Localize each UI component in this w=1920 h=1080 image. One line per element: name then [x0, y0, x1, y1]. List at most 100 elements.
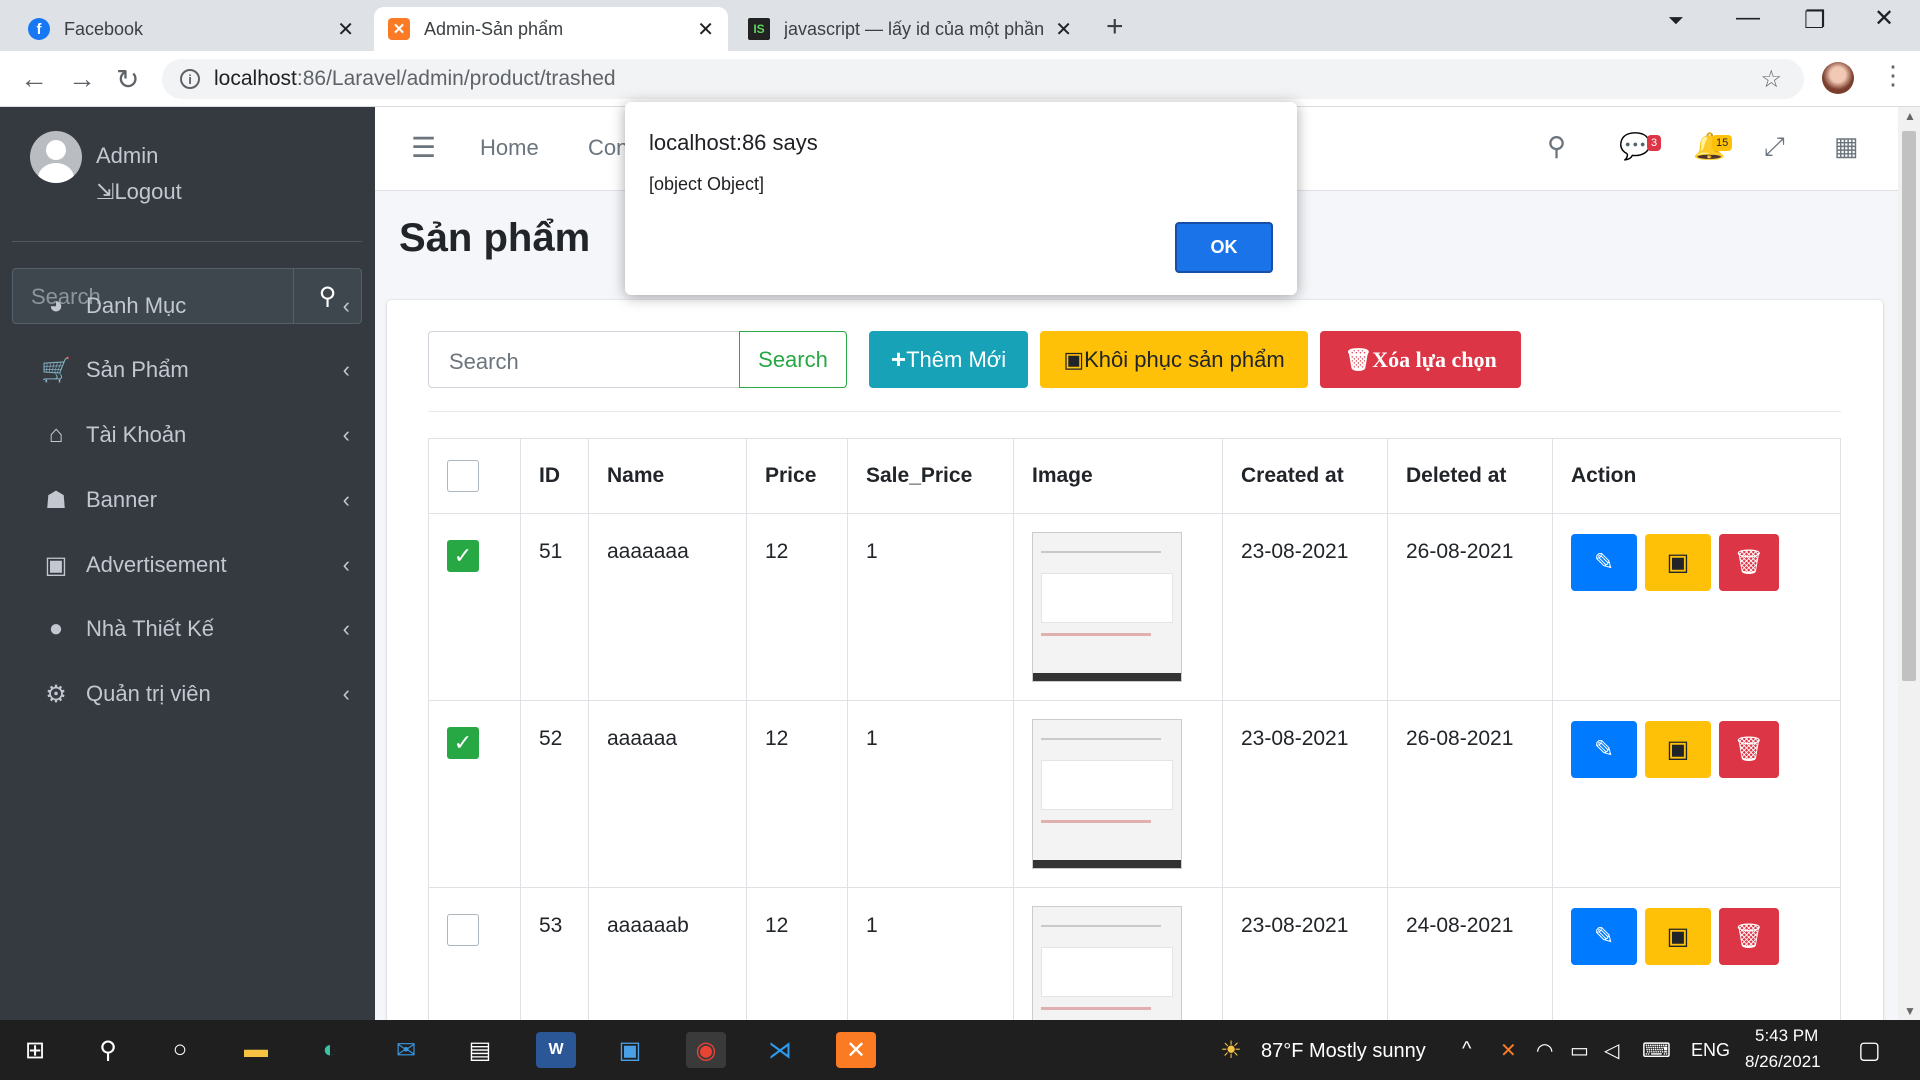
weather-icon[interactable]: ☀ [1211, 1032, 1251, 1068]
browser-menu-icon[interactable]: ⋮ [1880, 60, 1906, 91]
address-bar: ← → ↻ i localhost:86/Laravel/admin/produ… [0, 51, 1920, 107]
sidebar-item-label: Advertisement [86, 552, 227, 577]
edit-icon: ✎ [1593, 549, 1615, 576]
logout-link[interactable]: ⇲Logout [96, 179, 182, 205]
volume-icon[interactable]: ◁ [1604, 1038, 1619, 1063]
add-new-button[interactable]: + Thêm Mới [869, 331, 1028, 388]
edit-button[interactable]: ✎ [1571, 534, 1637, 591]
bookmark-star-icon[interactable]: ☆ [1760, 65, 1782, 94]
site-info-icon[interactable]: i [180, 69, 200, 89]
tab-admin-san-pham[interactable]: ✕ Admin-Sản phẩm ✕ [374, 7, 728, 51]
restore-button[interactable]: ▣ [1645, 534, 1711, 591]
windows-start-icon[interactable]: ⊞ [15, 1032, 55, 1068]
user-name[interactable]: Admin [96, 143, 158, 169]
show-hidden-icons-icon[interactable]: ^ [1462, 1038, 1471, 1061]
products-table: ID Name Price Sale_Price Image Created a… [428, 438, 1841, 1075]
tab-search-icon[interactable]: ⏷ [1668, 10, 1684, 33]
deleted-cell: 26-08-2021 [1387, 513, 1553, 701]
url-field[interactable]: i localhost:86/Laravel/admin/product/tra… [162, 59, 1804, 99]
scroll-up-icon[interactable]: ▲ [1904, 109, 1916, 123]
edit-button[interactable]: ✎ [1571, 721, 1637, 778]
hamburger-menu-icon[interactable]: ☰ [411, 131, 436, 164]
url-host: localhost [214, 67, 297, 90]
row-checkbox[interactable]: ✓ [447, 540, 479, 572]
wifi-icon[interactable]: ◠ [1536, 1038, 1553, 1063]
search-icon[interactable]: ⚲ [1547, 131, 1566, 162]
task-view-icon[interactable]: ○ [160, 1032, 200, 1068]
tab-title: Admin-Sản phẩm [424, 18, 564, 39]
header-deleted-at: Deleted at [1387, 438, 1553, 514]
sidebar-item-quan-tri-vien[interactable]: ⚙ Quản trị viên ‹ [40, 674, 350, 714]
close-tab-icon[interactable]: ✕ [697, 17, 714, 42]
weather-text[interactable]: 87°F Mostly sunny [1261, 1040, 1426, 1063]
name-cell: aaaaaa [588, 700, 747, 888]
cart-icon: 🛒 [41, 356, 71, 384]
back-icon[interactable]: ← [20, 63, 48, 95]
sidebar-item-label: Quản trị viên [86, 681, 211, 706]
keyboard-icon[interactable]: ⌨ [1642, 1038, 1671, 1063]
word-icon[interactable]: W [536, 1032, 576, 1068]
delete-button[interactable]: 🗑 [1719, 534, 1779, 591]
product-search-input[interactable]: Search [428, 331, 740, 388]
user-avatar [30, 131, 82, 183]
xampp-tray-icon[interactable]: ✕ [1500, 1038, 1517, 1063]
sidebar-item-danh-muc[interactable]: ◕ Danh Mục ‹ [40, 286, 350, 326]
language-indicator[interactable]: ENG [1691, 1040, 1730, 1061]
edit-button[interactable]: ✎ [1571, 908, 1637, 965]
control-sidebar-icon[interactable]: ▦ [1834, 131, 1859, 162]
tab-stackoverflow[interactable]: IS javascript — lấy id của một phần ✕ [734, 7, 1086, 51]
scrollbar-thumb[interactable] [1902, 131, 1916, 681]
sidebar-item-advertisement[interactable]: ▣ Advertisement ‹ [40, 545, 350, 585]
delete-button[interactable]: 🗑 [1719, 721, 1779, 778]
close-tab-icon[interactable]: ✕ [1055, 17, 1072, 42]
restore-button[interactable]: ▣ [1645, 908, 1711, 965]
remote-desktop-icon[interactable]: ▣ [610, 1032, 650, 1068]
battery-icon[interactable]: ▭ [1570, 1038, 1589, 1063]
row-checkbox[interactable] [447, 914, 479, 946]
new-tab-icon[interactable]: + [1106, 10, 1124, 44]
header-created-at: Created at [1222, 438, 1388, 514]
page-scrollbar[interactable]: ▲ ▼ [1898, 107, 1920, 1020]
close-window-icon[interactable]: ✕ [1874, 4, 1894, 33]
delete-selected-label: Xóa lựa chọn [1372, 346, 1497, 372]
mail-icon[interactable]: ✉ [386, 1032, 426, 1068]
vscode-icon[interactable]: ⋊ [760, 1032, 800, 1068]
reload-icon[interactable]: ↻ [116, 63, 139, 96]
chevron-left-icon: ‹ [342, 357, 350, 382]
file-explorer-icon[interactable]: ▬ [236, 1032, 276, 1068]
restore-products-button[interactable]: ▣ Khôi phục sản phẩm [1040, 331, 1308, 388]
delete-selected-button[interactable]: 🗑 Xóa lựa chọn [1320, 331, 1521, 388]
edge-icon[interactable]: ◐ [310, 1032, 350, 1068]
sidebar-item-nha-thiet-ke[interactable]: ● Nhà Thiết Kế ‹ [40, 609, 350, 649]
store-icon[interactable]: ▤ [460, 1032, 500, 1068]
close-tab-icon[interactable]: ✕ [337, 17, 354, 42]
tab-facebook[interactable]: f Facebook ✕ [14, 7, 368, 51]
minimize-icon[interactable]: — [1736, 4, 1760, 32]
clock-date[interactable]: 8/26/2021 [1745, 1052, 1821, 1072]
xampp-icon[interactable]: ✕ [836, 1032, 876, 1068]
restore-icon[interactable]: ❐ [1804, 6, 1826, 35]
ok-button[interactable]: OK [1175, 222, 1273, 273]
sidebar-item-san-pham[interactable]: 🛒 Sản Phẩm ‹ [40, 350, 350, 390]
plus-icon: + [890, 344, 907, 374]
profile-avatar[interactable] [1822, 62, 1854, 94]
chrome-icon[interactable]: ◉ [686, 1032, 726, 1068]
sidebar-item-banner[interactable]: ☗ Banner ‹ [40, 480, 350, 520]
delete-button[interactable]: 🗑 [1719, 908, 1779, 965]
notifications-center-icon[interactable]: ▢ [1858, 1036, 1881, 1065]
nav-contact-link[interactable]: Con [588, 135, 628, 161]
sidebar-item-tai-khoan[interactable]: ⌂ Tài Khoản ‹ [40, 415, 350, 455]
row-checkbox[interactable]: ✓ [447, 727, 479, 759]
restore-button[interactable]: ▣ [1645, 721, 1711, 778]
search-icon[interactable]: ⚲ [88, 1032, 128, 1068]
search-button[interactable]: Search [739, 331, 847, 388]
sidebar-item-label: Danh Mục [86, 293, 187, 318]
clock-time[interactable]: 5:43 PM [1755, 1026, 1818, 1046]
scroll-down-icon[interactable]: ▼ [1904, 1004, 1916, 1018]
facebook-icon: f [28, 18, 50, 40]
nav-home-link[interactable]: Home [480, 135, 539, 161]
forward-icon[interactable]: → [68, 63, 96, 95]
fullscreen-icon[interactable]: ⤢ [1764, 131, 1785, 163]
select-all-checkbox[interactable] [447, 460, 479, 492]
chevron-left-icon: ‹ [342, 552, 350, 577]
